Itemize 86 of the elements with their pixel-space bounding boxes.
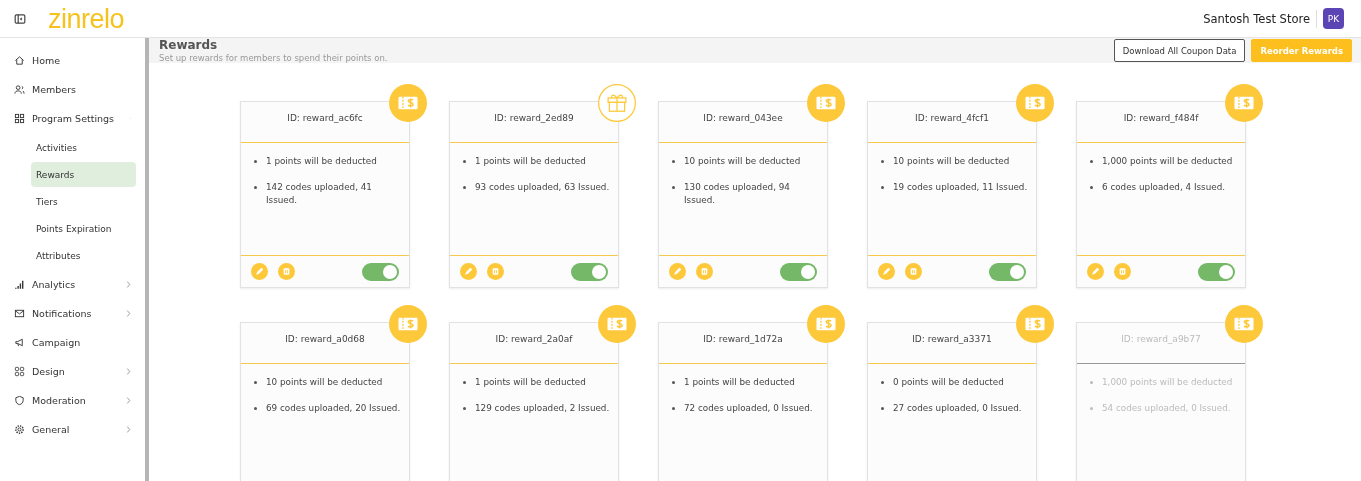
avatar[interactable]: PK [1323, 8, 1344, 29]
reward-detail: 129 codes uploaded, 2 Issued. [475, 402, 610, 415]
reward-detail: 10 points will be deducted [684, 155, 801, 168]
nav-item[interactable]: Campaign [0, 328, 145, 357]
bullet-icon [672, 160, 675, 163]
bullet-icon [463, 160, 466, 163]
bullet-icon [881, 160, 884, 163]
trash-icon[interactable] [487, 263, 504, 280]
toggle-switch[interactable] [1198, 262, 1235, 281]
bullet-icon [672, 381, 675, 384]
nav-item[interactable]: Home [0, 46, 145, 75]
reward-detail: 54 codes uploaded, 0 Issued. [1102, 402, 1231, 415]
logo: zinrelo [48, 3, 125, 34]
edit-icon[interactable] [669, 263, 686, 280]
page-subtitle: Set up rewards for members to spend their points on. [159, 53, 389, 63]
nav-item[interactable]: Program Settings [0, 104, 145, 133]
nav-item[interactable]: Design [0, 357, 145, 386]
trash-icon[interactable] [278, 263, 295, 280]
edit-icon[interactable] [251, 263, 268, 280]
bullet-icon [1090, 407, 1093, 410]
people-icon [14, 84, 25, 95]
bullet-icon [1090, 186, 1093, 189]
grid-icon [14, 113, 25, 124]
trash-icon[interactable] [905, 263, 922, 280]
reward-detail: 69 codes uploaded, 20 Issued. [266, 402, 401, 415]
nav-item[interactable]: Moderation [0, 386, 145, 415]
bullet-icon [672, 186, 675, 189]
reward-detail: 0 points will be deducted [893, 376, 1004, 389]
reward-detail: 72 codes uploaded, 0 Issued. [684, 402, 813, 415]
download-button[interactable]: Download All Coupon Data [1113, 39, 1246, 62]
reward-detail: 130 codes uploaded, 94 Issued. [684, 181, 791, 207]
bullet-icon [1090, 381, 1093, 384]
nav-item[interactable]: General [0, 415, 145, 444]
bullet-icon [463, 407, 466, 410]
megaphone-icon [14, 337, 25, 348]
nav-subitem[interactable]: Activities [31, 135, 136, 160]
reward-detail: 1 points will be deducted [475, 155, 586, 168]
reward-detail: 142 codes uploaded, 41 Issued. [266, 181, 373, 207]
bar-chart-icon [14, 279, 25, 290]
reward-detail: 10 points will be deducted [893, 155, 1010, 168]
toggle-switch[interactable] [362, 262, 399, 281]
reward-detail: 27 codes uploaded, 0 Issued. [893, 402, 1022, 415]
reward-detail: 6 codes uploaded, 4 Issued. [1102, 181, 1226, 194]
toggle-switch[interactable] [989, 262, 1026, 281]
home-icon [14, 55, 25, 66]
bullet-icon [463, 186, 466, 189]
bullet-icon [463, 381, 466, 384]
bullet-icon [254, 407, 257, 410]
envelope-icon [14, 308, 25, 319]
toggle-switch[interactable] [780, 262, 817, 281]
reward-detail: 93 codes uploaded, 63 Issued. [475, 181, 610, 194]
nav-item[interactable]: Notifications [0, 299, 145, 328]
sidebar-toggle-icon[interactable] [14, 12, 26, 25]
bullet-icon [881, 407, 884, 410]
reward-detail: 1 points will be deducted [684, 376, 795, 389]
bullet-icon [881, 381, 884, 384]
nav-subitem[interactable]: Attributes [31, 243, 136, 268]
page-title: Rewards [159, 38, 219, 52]
edit-icon[interactable] [878, 263, 895, 280]
bullet-icon [254, 160, 257, 163]
shield-icon [14, 395, 25, 406]
trash-icon[interactable] [696, 263, 713, 280]
nav-item[interactable]: Analytics [0, 270, 145, 299]
store-name: Santosh Test Store [1203, 11, 1310, 26]
trash-icon[interactable] [1114, 263, 1131, 280]
bullet-icon [254, 381, 257, 384]
bullet-icon [672, 407, 675, 410]
blocks-icon [14, 366, 25, 377]
reward-detail: 19 codes uploaded, 11 Issued. [893, 181, 1028, 194]
reward-detail: 1 points will be deducted [266, 155, 377, 168]
edit-icon[interactable] [460, 263, 477, 280]
reward-detail: 1 points will be deducted [475, 376, 586, 389]
edit-icon[interactable] [1087, 263, 1104, 280]
reward-detail: 10 points will be deducted [266, 376, 383, 389]
settings-icon [14, 424, 25, 435]
bullet-icon [1090, 160, 1093, 163]
reward-detail: 1,000 points will be deducted [1102, 155, 1233, 168]
nav-subitem[interactable]: Points Expiration [31, 216, 136, 241]
nav-item[interactable]: Members [0, 75, 145, 104]
nav-subitem[interactable]: Tiers [31, 189, 136, 214]
scrollbar[interactable] [145, 38, 149, 481]
bullet-icon [254, 186, 257, 189]
reward-detail: 1,000 points will be deducted [1102, 376, 1233, 389]
bullet-icon [881, 186, 884, 189]
nav-subitem[interactable]: Rewards [31, 162, 136, 187]
toggle-switch[interactable] [571, 262, 608, 281]
